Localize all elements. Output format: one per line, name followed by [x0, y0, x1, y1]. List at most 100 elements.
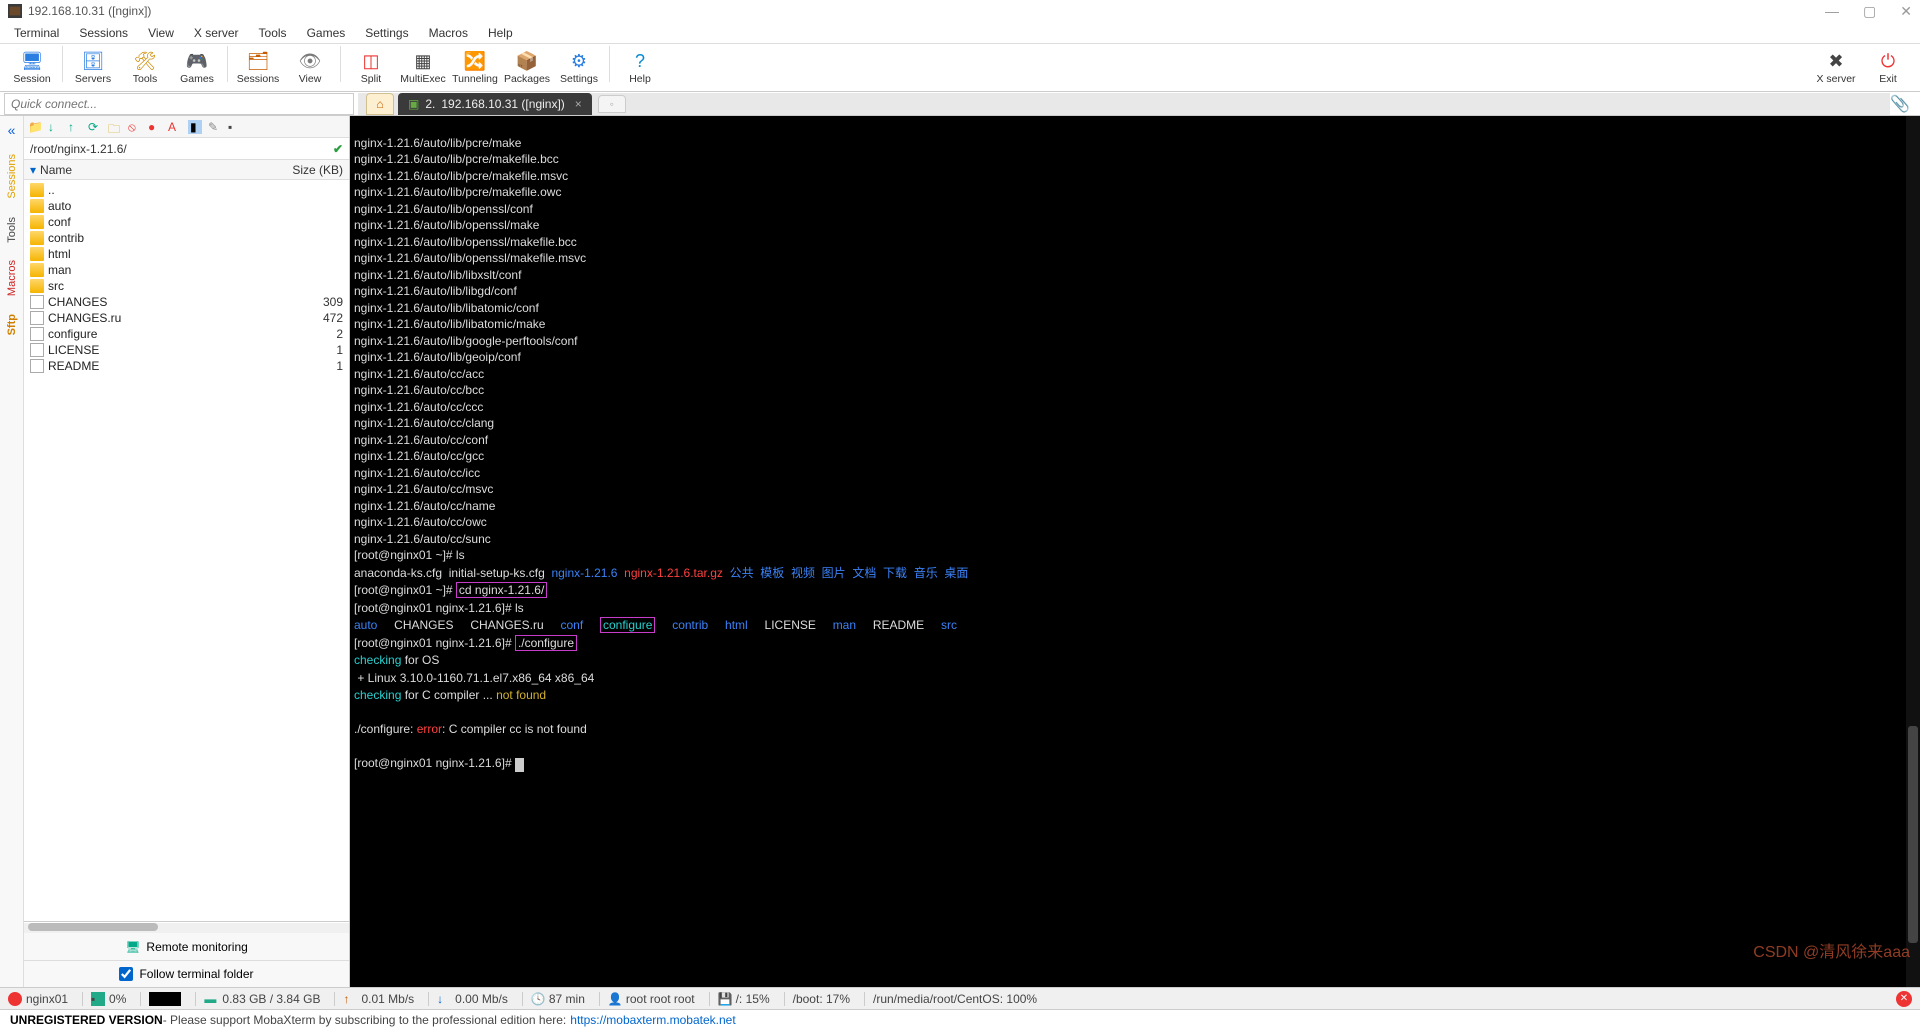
collapse-icon[interactable]: « — [8, 122, 16, 138]
file-row[interactable]: src — [24, 278, 349, 294]
sb-alert-icon[interactable]: ✕ — [1896, 991, 1912, 1007]
toolbar-multiexec[interactable]: ▦MultiExec — [397, 46, 449, 90]
file-icon — [30, 343, 44, 357]
terminal[interactable]: nginx-1.21.6/auto/lib/pcre/make nginx-1.… — [350, 116, 1920, 987]
toolbar-help[interactable]: ?Help — [614, 46, 666, 90]
terminal-scrollbar[interactable] — [1906, 116, 1920, 987]
file-header[interactable]: ▾ Name Size (KB) — [24, 160, 349, 180]
remote-label: Remote monitoring — [146, 940, 247, 954]
remote-monitoring-button[interactable]: 🖥 Remote monitoring — [24, 933, 349, 961]
session-icon: 🖥 — [21, 50, 43, 72]
toolbar-sessions[interactable]: 🗂Sessions — [232, 46, 284, 90]
stop-icon[interactable]: ⦸ — [128, 120, 142, 134]
clock-icon: 🕓 — [531, 992, 545, 1006]
menu-tools[interactable]: Tools — [249, 24, 297, 42]
folder-icon — [30, 247, 44, 261]
menu-settings[interactable]: Settings — [355, 24, 418, 42]
menubar: TerminalSessionsViewX serverToolsGamesSe… — [0, 22, 1920, 44]
toolbar-view[interactable]: 👁View — [284, 46, 336, 90]
menu-terminal[interactable]: Terminal — [4, 24, 69, 42]
x-server-icon: ✖ — [1825, 50, 1847, 72]
file-row[interactable]: .. — [24, 182, 349, 198]
games-icon: 🎮 — [186, 50, 208, 72]
host-icon — [8, 992, 22, 1006]
sort-icon[interactable]: ▾ — [30, 163, 36, 177]
file-row[interactable]: contrib — [24, 230, 349, 246]
down-icon: ↓ — [437, 992, 451, 1006]
attach-icon[interactable]: 📎 — [1890, 94, 1910, 114]
sb-disk1: 💾/: 15% — [709, 992, 770, 1006]
folder-icon — [30, 199, 44, 213]
text-icon[interactable]: A — [168, 120, 182, 134]
watermark: CSDN @清风徐来aaa — [1753, 945, 1910, 962]
sb-user: 👤root root root — [599, 992, 695, 1006]
file-row[interactable]: LICENSE1 — [24, 342, 349, 358]
edit-icon[interactable]: ✎ — [208, 120, 222, 134]
delete-icon[interactable]: ● — [148, 120, 162, 134]
disk-icon: 💾 — [718, 992, 732, 1006]
file-list: ..autoconfcontribhtmlmansrcCHANGES309CHA… — [24, 180, 349, 921]
menu-view[interactable]: View — [138, 24, 184, 42]
toolbar-settings[interactable]: ⚙Settings — [553, 46, 605, 90]
highlight-icon[interactable]: ▮ — [188, 120, 202, 134]
file-row[interactable]: auto — [24, 198, 349, 214]
menu-macros[interactable]: Macros — [419, 24, 478, 42]
toolbar-x-server[interactable]: ✖X server — [1810, 46, 1862, 90]
side-strip: « Sessions Tools Macros Sftp — [0, 116, 24, 987]
cursor — [515, 758, 524, 772]
file-row[interactable]: html — [24, 246, 349, 262]
menu-help[interactable]: Help — [478, 24, 523, 42]
toolbar-split[interactable]: ◫Split — [345, 46, 397, 90]
side-tab-tools[interactable]: Tools — [4, 215, 20, 245]
file-row[interactable]: CHANGES.ru472 — [24, 310, 349, 326]
toolbar-tunneling[interactable]: 🔀Tunneling — [449, 46, 501, 90]
settings-icon: ⚙ — [568, 50, 590, 72]
folder-icon[interactable]: 🗀 — [108, 120, 122, 134]
window-title: 192.168.10.31 ([nginx]) — [28, 4, 1825, 18]
sftp-panel: 📁 ↓ ↑ ⟳ 🗀 ⦸ ● A ▮ ✎ ▪ ✔ ▾ Name Size (KB)… — [24, 116, 350, 987]
new-folder-icon[interactable]: 📁 — [28, 120, 42, 134]
new-tab-button[interactable]: ◦ — [598, 95, 626, 113]
minimize-button[interactable]: — — [1825, 3, 1839, 20]
toolbar-tools[interactable]: 🛠Tools — [119, 46, 171, 90]
follow-row: Follow terminal folder — [24, 961, 349, 987]
col-size[interactable]: Size (KB) — [283, 163, 343, 177]
close-button[interactable]: ✕ — [1900, 3, 1912, 20]
refresh-icon[interactable]: ⟳ — [88, 120, 102, 134]
follow-checkbox[interactable] — [119, 967, 133, 981]
menu-sessions[interactable]: Sessions — [69, 24, 138, 42]
col-name[interactable]: Name — [40, 163, 283, 177]
up-icon: ↑ — [343, 992, 357, 1006]
hscrollbar[interactable] — [24, 923, 349, 933]
side-tab-macros[interactable]: Macros — [4, 258, 20, 298]
footer-link[interactable]: https://mobaxterm.mobatek.net — [570, 1013, 735, 1027]
file-row[interactable]: conf — [24, 214, 349, 230]
exec-icon — [30, 327, 44, 341]
file-row[interactable]: README1 — [24, 358, 349, 374]
toolbar-session[interactable]: 🖥Session — [6, 46, 58, 90]
toolbar-exit[interactable]: ⏻Exit — [1862, 46, 1914, 90]
terminal-icon[interactable]: ▪ — [228, 120, 242, 134]
quick-connect-input[interactable] — [4, 93, 354, 115]
menu-x-server[interactable]: X server — [184, 24, 249, 42]
session-tab[interactable]: ▣ 2. 192.168.10.31 ([nginx]) × — [398, 93, 592, 115]
panel-bottom: 🖥 Remote monitoring Follow terminal fold… — [24, 921, 349, 987]
side-tab-sessions[interactable]: Sessions — [4, 152, 20, 201]
side-tab-sftp[interactable]: Sftp — [4, 312, 20, 337]
menu-games[interactable]: Games — [297, 24, 356, 42]
path-input[interactable] — [24, 140, 327, 158]
toolbar-servers[interactable]: 🗄Servers — [67, 46, 119, 90]
upload-icon[interactable]: ↑ — [68, 120, 82, 134]
file-row[interactable]: CHANGES309 — [24, 294, 349, 310]
download-icon[interactable]: ↓ — [48, 120, 62, 134]
maximize-button[interactable]: ▢ — [1863, 3, 1876, 20]
tab-close-icon[interactable]: × — [575, 97, 582, 111]
file-row[interactable]: configure2 — [24, 326, 349, 342]
home-tab[interactable]: ⌂ — [366, 93, 394, 115]
toolbar-packages[interactable]: 📦Packages — [501, 46, 553, 90]
toolbar-games[interactable]: 🎮Games — [171, 46, 223, 90]
split-icon: ◫ — [360, 50, 382, 72]
tab-title: 192.168.10.31 ([nginx]) — [441, 97, 564, 111]
folder-icon — [30, 263, 44, 277]
file-row[interactable]: man — [24, 262, 349, 278]
